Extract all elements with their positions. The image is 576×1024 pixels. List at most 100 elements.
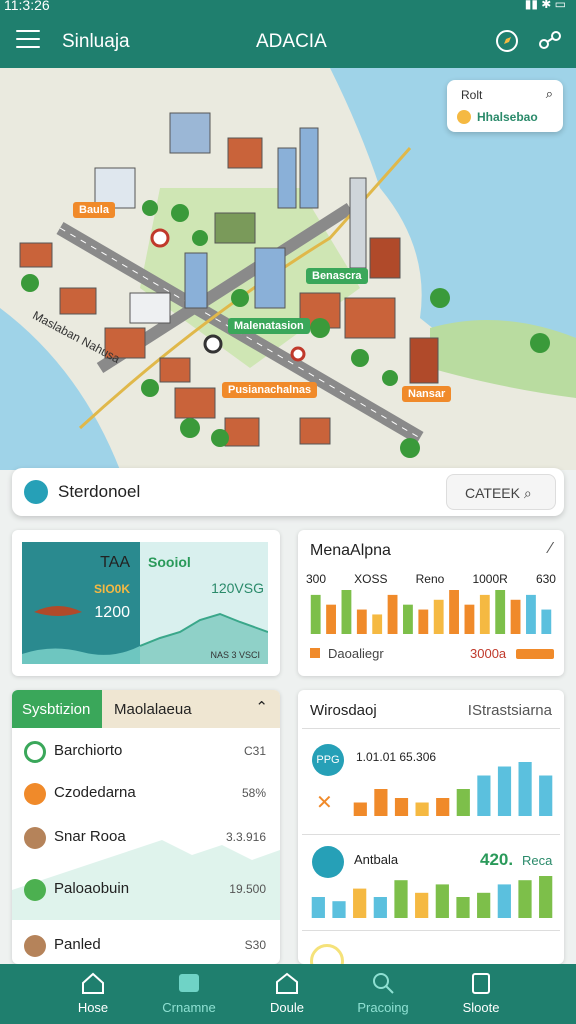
- building-icon: [276, 972, 298, 994]
- legend-bar: [516, 649, 554, 659]
- status-dot: [24, 783, 46, 805]
- list-item[interactable]: Paloaobuin 19.500: [12, 876, 280, 910]
- stats-right-panel: Sooiol 120VSG NAS 3 VSCI: [140, 542, 268, 664]
- tab-sysbtizion[interactable]: Sysbtizion: [12, 690, 102, 728]
- list-item-name: Czodedarna: [54, 784, 136, 801]
- stat-card-title: Wirosdaoj: [310, 702, 377, 719]
- nav-pracoing[interactable]: Pracoing: [338, 970, 428, 1015]
- divider: [302, 834, 560, 835]
- list-item-value: S30: [244, 938, 266, 952]
- list-item-name: Paloaobuin: [54, 880, 130, 897]
- map-label[interactable]: Nansar: [402, 386, 452, 402]
- search-icon: [373, 973, 394, 994]
- map-label[interactable]: Baula: [73, 202, 115, 218]
- status-dot: [24, 879, 46, 901]
- status-dot: [24, 741, 46, 763]
- list-card[interactable]: Sysbtizion Maolalaeua ⌃ Barchiorto C31 Czod…: [12, 690, 280, 964]
- list-item-value: C31: [243, 744, 266, 758]
- nav-crnamne[interactable]: Crnamne: [144, 970, 234, 1015]
- stats-tag: TAA: [100, 554, 130, 571]
- bar-chart-card[interactable]: MenaAlpna ∕ 300 XOSS Reno 1000R 630 Daoa…: [298, 530, 564, 676]
- share-icon[interactable]: [538, 28, 564, 54]
- bar-legend: Daoaliegr: [328, 646, 384, 661]
- menu-icon[interactable]: [16, 30, 40, 50]
- statistics-card[interactable]: Wirosdaoj IStrastsiarna PPG 1.01.01 65.3…: [298, 690, 564, 964]
- edit-icon[interactable]: ∕: [549, 540, 552, 558]
- bar: [394, 880, 408, 918]
- list-item[interactable]: Barchiorto C31: [12, 738, 280, 772]
- map-label[interactable]: Pusianachalnas: [222, 382, 318, 398]
- search-button[interactable]: CATEEK ⌕: [446, 474, 556, 510]
- list-item[interactable]: Snar Rooa 3.3.916: [12, 824, 280, 858]
- water-graphic: [22, 646, 140, 664]
- row2-value: 420.: [480, 850, 514, 869]
- bar: [418, 609, 429, 634]
- bar-chart: [310, 590, 552, 634]
- bar: [356, 609, 367, 634]
- bar: [372, 614, 383, 634]
- row2-unit: Reca: [522, 853, 553, 868]
- bar: [436, 798, 450, 816]
- nav-sloote[interactable]: Sloote: [436, 970, 526, 1015]
- list-item[interactable]: Panled S30: [12, 932, 280, 964]
- list-item[interactable]: Czodedarna 58%: [12, 780, 280, 814]
- progress-ring: [310, 944, 344, 964]
- bar-header: 630: [535, 572, 556, 586]
- stats-right-title: Sooiol: [148, 554, 191, 570]
- chevron-up-icon[interactable]: ⌃: [255, 698, 268, 716]
- bar: [477, 775, 491, 816]
- bottom-nav: Hose Crnamne Doule Pracoing Sloote: [0, 964, 576, 1024]
- row1-bar-chart: [353, 762, 553, 816]
- map-view[interactable]: Baula Benascra Malenatasion Pusianachaln…: [0, 68, 576, 470]
- bar: [374, 789, 388, 816]
- bar: [497, 884, 511, 918]
- map-card-line2: Hhalsebao: [477, 110, 538, 124]
- bar: [353, 888, 367, 918]
- bar: [435, 884, 449, 918]
- bar: [510, 599, 521, 634]
- nav-home[interactable]: Hose: [48, 970, 138, 1015]
- nav-label: Crnamne: [162, 1000, 216, 1015]
- bar: [539, 876, 553, 918]
- list-item-value: 3.3.916: [225, 830, 266, 844]
- map-label[interactable]: Malenatasion: [228, 318, 310, 334]
- bar: [353, 802, 367, 816]
- stats-left-panel: TAA SIO0K 1200: [22, 542, 140, 664]
- bar: [497, 766, 512, 816]
- tab-label: Maolalaeua: [114, 701, 192, 718]
- status-bar: 11:3:26 ▮▮ ✱ ▭: [0, 0, 576, 16]
- nav-label: Pracoing: [357, 1000, 409, 1015]
- bar: [326, 604, 336, 634]
- page-title: ADACIA: [256, 31, 327, 52]
- search-input[interactable]: Sterdonoel: [58, 482, 140, 502]
- bar: [526, 594, 536, 634]
- tab-maolalaeua[interactable]: Maolalaeua ⌃: [102, 690, 280, 728]
- map-icon: [179, 974, 199, 992]
- bar: [456, 897, 470, 918]
- bar: [403, 604, 413, 634]
- bar: [311, 897, 325, 918]
- compass-icon[interactable]: [494, 28, 520, 54]
- bar: [415, 802, 429, 816]
- stats-card[interactable]: TAA SIO0K 1200 Sooiol 120VSG NAS 3 VSCI: [12, 530, 280, 676]
- bar-legend-value: 3000a: [470, 646, 507, 661]
- bar: [449, 590, 459, 634]
- bar: [387, 594, 398, 634]
- search-icon[interactable]: ⌕: [546, 86, 553, 102]
- status-time: 11:3:26: [4, 0, 50, 13]
- bar: [394, 798, 409, 816]
- bar: [464, 604, 475, 634]
- row-badge: PPG: [312, 744, 344, 776]
- search-bar[interactable]: Sterdonoel CATEEK ⌕: [12, 468, 564, 516]
- map-info-card[interactable]: Rolt ⌕ Hhalsebao: [447, 80, 563, 132]
- nav-doule[interactable]: Doule: [242, 970, 332, 1015]
- tool-icon: ✕: [316, 792, 333, 814]
- bar: [495, 590, 506, 634]
- row2-bar-chart: [311, 876, 553, 918]
- bar: [541, 609, 552, 634]
- bar-header: 300: [306, 572, 327, 586]
- bar: [310, 594, 321, 634]
- boat-icon: [34, 606, 82, 616]
- bar: [477, 892, 491, 918]
- map-label[interactable]: Benascra: [306, 268, 368, 284]
